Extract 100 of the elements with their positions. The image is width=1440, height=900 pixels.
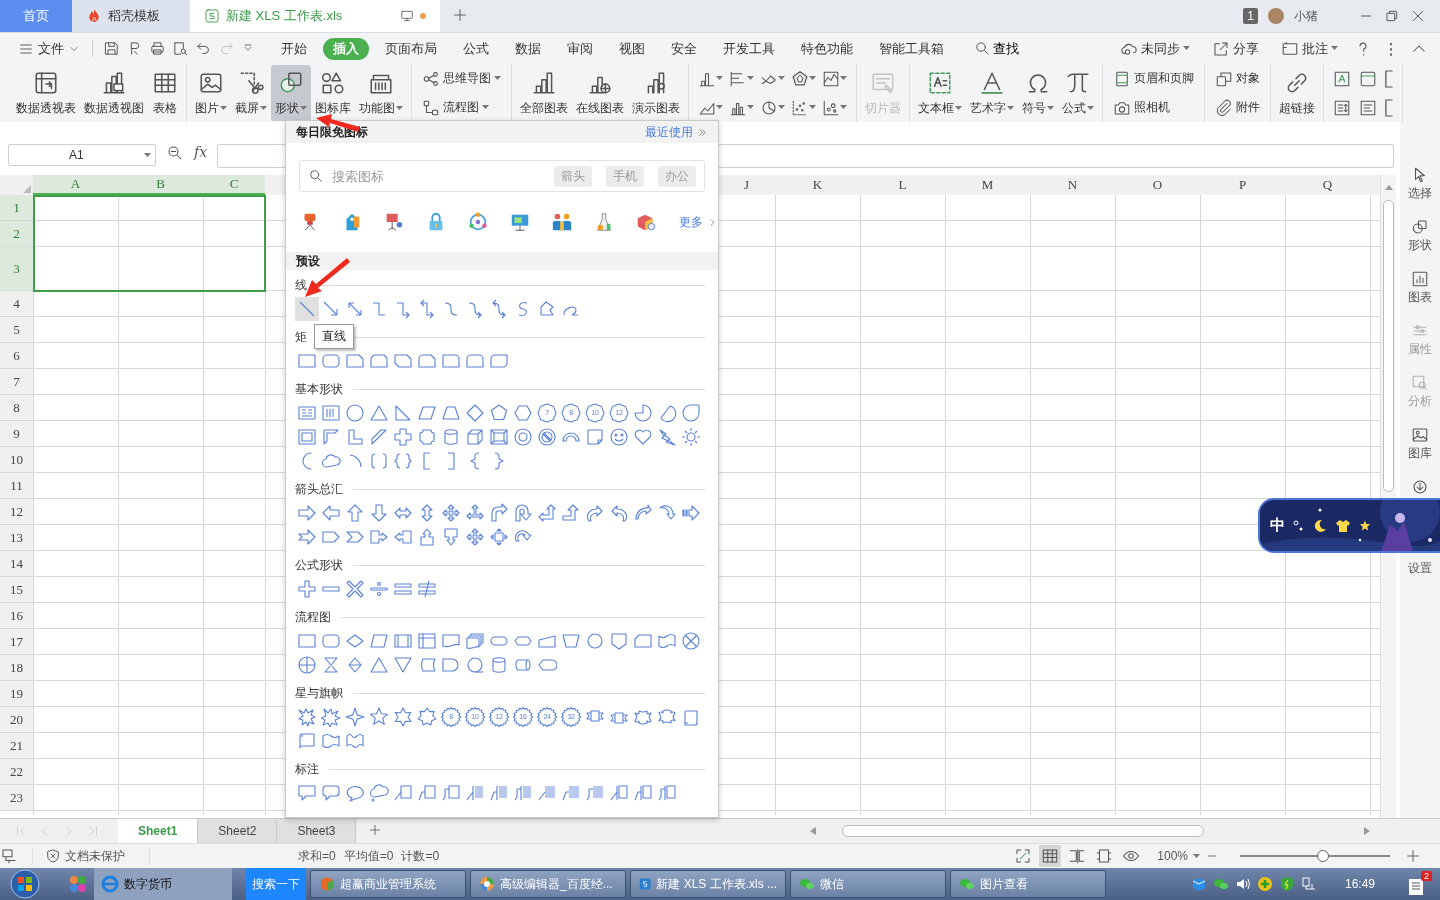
row-header[interactable]: 16 xyxy=(0,603,33,629)
file-menu[interactable]: 文件 xyxy=(12,39,86,58)
sheet-tab[interactable]: Sheet3 xyxy=(277,819,357,843)
function-button[interactable]: fx xyxy=(194,144,208,160)
ribbon-button[interactable]: 超链接 xyxy=(1275,65,1319,121)
row-header[interactable]: 4 xyxy=(0,291,33,317)
sidebar-button[interactable]: 图表 xyxy=(1408,270,1432,322)
ribbon-tab[interactable]: 开始 xyxy=(271,37,317,60)
row-header[interactable]: 23 xyxy=(0,785,33,811)
row-header[interactable]: 19 xyxy=(0,681,33,707)
search-button[interactable]: 搜索一下 xyxy=(246,868,306,900)
ribbon-tab[interactable]: 视图 xyxy=(609,37,655,60)
column-header[interactable]: B xyxy=(118,175,203,195)
row-header[interactable]: 2 xyxy=(0,221,33,247)
taskbar-button[interactable]: 数字货币 xyxy=(94,868,232,900)
column-header[interactable]: P xyxy=(1200,175,1285,195)
status-stat: 求和=0 xyxy=(298,847,336,865)
ribbon-button[interactable]: 图标库 xyxy=(311,65,355,121)
ribbon-button[interactable]: 截屏 xyxy=(231,65,271,121)
ribbon-tab[interactable]: 安全 xyxy=(661,37,707,60)
column-header[interactable]: O xyxy=(1115,175,1200,195)
user-name[interactable]: 小猪 xyxy=(1294,7,1318,25)
ribbon-tab[interactable]: 审阅 xyxy=(557,37,603,60)
document-tab[interactable]: 稻壳模板 xyxy=(72,0,190,32)
document-tab[interactable]: 新建 XLS 工作表.xls xyxy=(190,0,440,32)
sidebar-button[interactable]: 图库 xyxy=(1408,426,1432,478)
column-header[interactable]: L xyxy=(860,175,945,195)
ribbon-button[interactable]: 附件 xyxy=(1213,97,1262,118)
notification-button[interactable]: 2 xyxy=(1407,871,1432,897)
column-header[interactable]: M xyxy=(945,175,1030,195)
row-header[interactable]: 21 xyxy=(0,733,33,759)
name-box[interactable]: A1 xyxy=(8,144,156,166)
ribbon-button[interactable]: 艺术字 xyxy=(966,65,1018,121)
ribbon-button[interactable]: 在线图表 xyxy=(572,65,628,121)
column-header[interactable]: Q xyxy=(1285,175,1370,195)
column-header[interactable]: J xyxy=(718,175,775,195)
zoom-level[interactable]: 100% xyxy=(1157,849,1188,863)
row-header[interactable]: 20 xyxy=(0,707,33,733)
ribbon-button[interactable]: 符号 xyxy=(1018,65,1058,121)
column-header[interactable]: N xyxy=(1030,175,1115,195)
ribbon-button[interactable]: 思维导图 xyxy=(420,68,503,89)
ribbon-button[interactable]: 演示图表 xyxy=(628,65,684,121)
row-header[interactable]: 22 xyxy=(0,759,33,785)
ribbon-button[interactable]: 数据透视图 xyxy=(80,65,148,121)
row-header[interactable]: 1 xyxy=(0,195,33,221)
row-header[interactable]: 9 xyxy=(0,421,33,447)
recent-link[interactable]: 最近使用 xyxy=(645,123,708,141)
ribbon-button[interactable]: 图片 xyxy=(191,65,231,121)
ribbon-tab[interactable]: 开发工具 xyxy=(713,37,785,60)
ribbon-button[interactable]: 表格 xyxy=(148,65,182,121)
sheet-tab[interactable]: Sheet2 xyxy=(198,819,278,843)
row-header[interactable]: 12 xyxy=(0,499,33,525)
column-header[interactable]: K xyxy=(775,175,860,195)
ime-toolbar[interactable]: 中 xyxy=(1258,498,1440,553)
clock[interactable]: 16:49 xyxy=(1344,877,1375,891)
row-header[interactable]: 10 xyxy=(0,447,33,473)
ribbon-button[interactable]: 流程图 xyxy=(420,97,503,118)
ribbon-button[interactable]: 文本框 xyxy=(914,65,966,121)
ribbon-tab[interactable]: 公式 xyxy=(453,37,499,60)
more-link[interactable]: 更多 xyxy=(679,213,718,231)
toolbar-action[interactable]: 批注 xyxy=(1275,38,1344,59)
row-header[interactable]: 15 xyxy=(0,577,33,603)
protection-status[interactable]: 文档未保护 xyxy=(32,847,150,865)
row-header[interactable]: 13 xyxy=(0,525,33,551)
category-title: 线 xyxy=(295,276,307,294)
row-header[interactable]: 3 xyxy=(0,247,33,291)
category-title: 星与旗帜 xyxy=(295,684,343,702)
sidebar-button[interactable]: 选择 xyxy=(1408,166,1432,218)
ribbon-tab[interactable]: 特色功能 xyxy=(791,37,863,60)
row-header[interactable]: 7 xyxy=(0,369,33,395)
window-count[interactable]: 1 xyxy=(1243,8,1258,24)
ribbon-tab[interactable]: 智能工具箱 xyxy=(869,37,954,60)
ribbon-button[interactable]: 功能图 xyxy=(355,65,407,121)
ribbon-button[interactable]: 全部图表 xyxy=(516,65,572,121)
ribbon-button[interactable]: 照相机 xyxy=(1111,97,1196,118)
search-button[interactable]: 查找 xyxy=(968,38,1025,59)
sheet-tab[interactable]: Sheet1 xyxy=(118,819,199,843)
ribbon-tab[interactable]: 数据 xyxy=(505,37,551,60)
row-header[interactable]: 8 xyxy=(0,395,33,421)
ribbon-button[interactable]: 页眉和页脚 xyxy=(1111,68,1196,89)
input-mode-label: 中 xyxy=(1270,516,1285,535)
row-header[interactable]: 6 xyxy=(0,343,33,369)
row-header[interactable]: 14 xyxy=(0,551,33,577)
category-title: 基本形状 xyxy=(295,380,343,398)
toolbar-action[interactable]: 分享 xyxy=(1206,38,1265,59)
category-title: 箭头总汇 xyxy=(295,480,343,498)
column-header[interactable]: A xyxy=(33,175,118,195)
ribbon-button[interactable]: 对象 xyxy=(1213,68,1262,89)
ribbon-button[interactable]: 数据透视表 xyxy=(12,65,80,121)
ribbon-tab[interactable]: 页面布局 xyxy=(375,37,447,60)
row-header[interactable]: 11 xyxy=(0,473,33,499)
row-header[interactable]: 17 xyxy=(0,629,33,655)
sidebar-button[interactable]: 形状 xyxy=(1408,218,1432,270)
ribbon-button[interactable]: 公式 xyxy=(1058,65,1098,121)
ribbon-button[interactable]: 形状 xyxy=(271,65,311,121)
sidebar-button[interactable]: 设置 xyxy=(1408,560,1432,577)
row-header[interactable]: 5 xyxy=(0,317,33,343)
column-header[interactable]: C xyxy=(203,175,265,195)
row-header[interactable]: 18 xyxy=(0,655,33,681)
toolbar-action[interactable]: 未同步 xyxy=(1114,38,1196,59)
